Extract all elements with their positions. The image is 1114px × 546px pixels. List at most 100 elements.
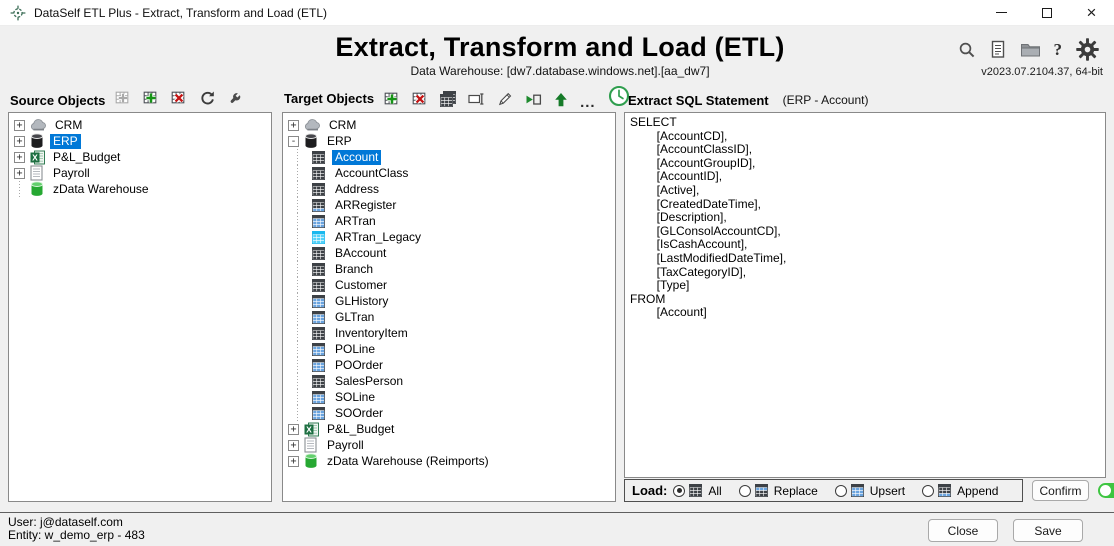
add-source-disabled-icon[interactable] <box>115 90 131 106</box>
tree-item-label[interactable]: Payroll <box>324 438 367 453</box>
radio-upsert[interactable] <box>835 485 847 497</box>
tree-item-label[interactable]: ARTran_Legacy <box>332 230 424 245</box>
tree-item-artran-legacy[interactable]: ARTran_Legacy <box>283 229 615 245</box>
expand-icon[interactable]: + <box>14 136 25 147</box>
tree-item-label[interactable]: AccountClass <box>332 166 411 181</box>
more-icon[interactable]: ... <box>580 98 596 108</box>
expand-icon[interactable]: + <box>14 152 25 163</box>
tree-item-accountclass[interactable]: AccountClass <box>283 165 615 181</box>
tree-item-label[interactable]: Customer <box>332 278 390 293</box>
rename-icon[interactable] <box>468 91 485 107</box>
tree-item-label[interactable]: CRM <box>326 118 359 133</box>
tree-item-address[interactable]: Address <box>283 181 615 197</box>
tree-item-p-l-budget[interactable]: +XP&L_Budget <box>283 421 615 437</box>
tree-item-label[interactable]: P&L_Budget <box>324 422 397 437</box>
tree-item-label[interactable]: SalesPerson <box>332 374 406 389</box>
expand-icon[interactable]: + <box>288 456 299 467</box>
radio-replace[interactable] <box>739 485 751 497</box>
refresh-icon[interactable] <box>199 90 215 106</box>
tree-item-zdata-warehouse[interactable]: zData Warehouse <box>9 181 271 197</box>
expand-icon[interactable]: + <box>288 424 299 435</box>
upload-icon[interactable] <box>554 92 568 107</box>
expand-icon[interactable]: + <box>288 120 299 131</box>
expand-icon[interactable]: + <box>14 120 25 131</box>
tree-item-label[interactable]: POOrder <box>332 358 386 373</box>
load-option-append[interactable]: Append <box>922 484 998 498</box>
delete-table-icon[interactable] <box>412 91 428 107</box>
tree-item-label[interactable]: Branch <box>332 262 376 277</box>
tree-item-crm[interactable]: + CRM <box>283 117 615 133</box>
tree-item-label[interactable]: ARRegister <box>332 198 399 213</box>
tree-item-payroll[interactable]: + Payroll <box>9 165 271 181</box>
tree-item-gltran[interactable]: GLTran <box>283 309 615 325</box>
tree-item-label[interactable]: ARTran <box>332 214 379 229</box>
tree-item-label[interactable]: GLTran <box>332 310 377 325</box>
tree-item-label[interactable]: zData Warehouse (Reimports) <box>324 454 492 469</box>
close-icon[interactable]: × <box>1069 0 1114 25</box>
tree-item-label[interactable]: BAccount <box>332 246 389 261</box>
tree-item-poorder[interactable]: POOrder <box>283 357 615 373</box>
collapse-icon[interactable]: - <box>288 136 299 147</box>
tree-item-soline[interactable]: SOLine <box>283 389 615 405</box>
tree-item-label[interactable]: SOLine <box>332 390 378 405</box>
load-option-all[interactable]: All <box>673 484 721 498</box>
tree-item-erp[interactable]: - ERP <box>283 133 615 149</box>
tree-item-inventoryitem[interactable]: InventoryItem <box>283 325 615 341</box>
source-objects-tree[interactable]: +CRM+ERP+XP&L_Budget+PayrollzData Wareho… <box>8 112 272 502</box>
schedule-clock-icon[interactable] <box>608 85 630 107</box>
help-icon[interactable]: ? <box>1054 40 1063 60</box>
tree-item-branch[interactable]: Branch <box>283 261 615 277</box>
tree-item-p-l-budget[interactable]: +XP&L_Budget <box>9 149 271 165</box>
delete-source-icon[interactable] <box>171 90 187 106</box>
add-table-icon[interactable] <box>384 91 400 107</box>
tree-item-poline[interactable]: POLine <box>283 341 615 357</box>
load-option-replace[interactable]: Replace <box>739 484 818 498</box>
tree-item-label[interactable]: ERP <box>324 134 355 149</box>
tree-item-label[interactable]: ERP <box>50 134 81 149</box>
tree-item-label[interactable]: zData Warehouse <box>50 182 152 197</box>
tree-item-crm[interactable]: + CRM <box>9 117 271 133</box>
radio-append[interactable] <box>922 485 934 497</box>
tree-item-label[interactable]: GLHistory <box>332 294 391 309</box>
sql-statement-editor[interactable]: SELECT [AccountCD], [AccountClassID], [A… <box>624 112 1106 478</box>
tree-item-label[interactable]: Payroll <box>50 166 93 181</box>
maximize-icon[interactable] <box>1024 0 1069 25</box>
settings-gear-icon[interactable] <box>1075 37 1100 62</box>
tree-item-soorder[interactable]: SOOrder <box>283 405 615 421</box>
tree-item-label[interactable]: SOOrder <box>332 406 386 421</box>
tree-item-label[interactable]: Account <box>332 150 381 165</box>
tree-item-artran[interactable]: ARTran <box>283 213 615 229</box>
target-objects-tree[interactable]: + CRM - ERPAccountAccountClassAddressARRegi… <box>282 112 616 502</box>
tree-item-glhistory[interactable]: GLHistory <box>283 293 615 309</box>
expand-icon[interactable]: + <box>288 440 299 451</box>
folder-icon[interactable] <box>1020 41 1041 58</box>
tree-item-baccount[interactable]: BAccount <box>283 245 615 261</box>
close-button[interactable]: Close <box>928 519 998 542</box>
add-source-icon[interactable] <box>143 90 159 106</box>
confirm-toggle[interactable] <box>1098 483 1114 498</box>
tree-item-zdata-warehouse-reimports[interactable]: + zData Warehouse (Reimports) <box>283 453 615 469</box>
tree-item-label[interactable]: CRM <box>52 118 85 133</box>
search-icon[interactable] <box>958 41 976 59</box>
expand-icon[interactable]: + <box>14 168 25 179</box>
tree-item-customer[interactable]: Customer <box>283 277 615 293</box>
tree-item-label[interactable]: P&L_Budget <box>50 150 123 165</box>
confirm-button[interactable]: Confirm <box>1032 480 1088 501</box>
tree-item-payroll[interactable]: + Payroll <box>283 437 615 453</box>
tree-item-arregister[interactable]: ARRegister <box>283 197 615 213</box>
document-icon[interactable] <box>989 40 1007 59</box>
edit-pencil-icon[interactable] <box>497 91 513 107</box>
minimize-icon[interactable] <box>979 0 1024 25</box>
tree-item-account[interactable]: Account <box>283 149 615 165</box>
tree-item-label[interactable]: Address <box>332 182 382 197</box>
radio-all[interactable] <box>673 485 685 497</box>
title-bar[interactable]: DataSelf ETL Plus - Extract, Transform a… <box>0 0 1114 26</box>
save-button[interactable]: Save <box>1013 519 1083 542</box>
tree-item-label[interactable]: InventoryItem <box>332 326 411 341</box>
load-option-upsert[interactable]: Upsert <box>835 484 905 498</box>
configure-wrench-icon[interactable] <box>227 91 242 106</box>
tree-item-label[interactable]: POLine <box>332 342 378 357</box>
tree-item-salesperson[interactable]: SalesPerson <box>283 373 615 389</box>
run-icon[interactable] <box>525 92 542 107</box>
tree-item-erp[interactable]: + ERP <box>9 133 271 149</box>
